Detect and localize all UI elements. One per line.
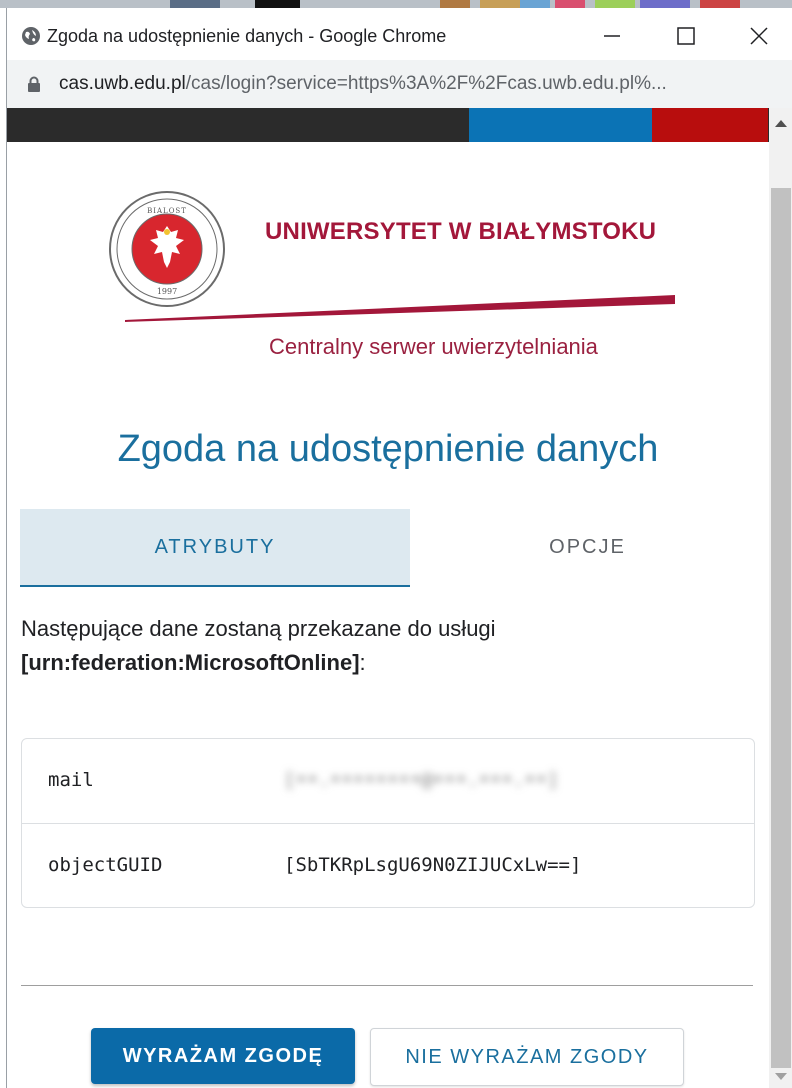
- background-page-red-block: [652, 108, 768, 142]
- browser-window: Zgoda na udostępnienie danych - Google C…: [6, 8, 792, 1088]
- cas-subtitle: Centralny serwer uwierzytelniania: [269, 334, 598, 359]
- attribute-name: objectGUID: [48, 854, 163, 876]
- consent-deny-button[interactable]: NIE WYRAŻAM ZGODY: [370, 1028, 684, 1086]
- consent-intro: Następujące dane zostaną przekazane do u…: [21, 612, 496, 680]
- background-page-blue-block: [469, 108, 652, 142]
- scroll-down-arrow-icon[interactable]: [775, 1073, 787, 1080]
- background-page-header: [7, 108, 792, 142]
- close-icon[interactable]: [737, 20, 781, 52]
- service-identifier: [urn:federation:MicrosoftOnline]: [21, 650, 360, 675]
- lock-icon[interactable]: [27, 76, 41, 92]
- url-text[interactable]: cas.uwb.edu.pl/cas/login?service=https%3…: [59, 73, 667, 95]
- url-path: /cas/login?service=https%3A%2F%2Fcas.uwb…: [185, 73, 667, 94]
- tab-attributes[interactable]: ATRYBUTY: [20, 509, 410, 587]
- attribute-value-blurred: [••.••••••••@•••.•••.••]: [284, 769, 559, 791]
- address-bar[interactable]: cas.uwb.edu.pl/cas/login?service=https%3…: [7, 60, 792, 108]
- university-name: UNIWERSYTET W BIAŁYMSTOKU: [265, 218, 657, 245]
- consent-accept-button[interactable]: WYRAŻAM ZGODĘ: [91, 1028, 355, 1084]
- consent-page: BIALOST 1997 UNIWERSYTET W BIAŁYMSTOKU C…: [7, 142, 769, 1088]
- tab-options[interactable]: OPCJE: [410, 509, 765, 585]
- attributes-table: mail [••.••••••••@•••.•••.••] objectGUID…: [21, 738, 755, 908]
- svg-text:BIALOST: BIALOST: [147, 207, 187, 215]
- table-row: mail [••.••••••••@•••.•••.••]: [22, 739, 754, 823]
- scroll-thumb[interactable]: [771, 188, 791, 1068]
- window-title: Zgoda na udostępnienie danych - Google C…: [47, 26, 447, 46]
- brand-swoosh-line: [125, 295, 675, 322]
- attribute-value: [SbTKRpLsgU69N0ZIJUCxLw==]: [284, 854, 582, 876]
- page-scrollbar[interactable]: [769, 108, 792, 1088]
- globe-icon: [22, 27, 40, 45]
- url-host: cas.uwb.edu.pl: [59, 73, 186, 94]
- minimize-icon[interactable]: [590, 20, 634, 52]
- desktop-background-strip: [0, 0, 792, 8]
- title-bar: Zgoda na udostępnienie danych - Google C…: [7, 8, 792, 60]
- section-divider: [21, 985, 753, 986]
- scroll-up-arrow-icon[interactable]: [775, 120, 787, 127]
- maximize-icon[interactable]: [664, 20, 708, 52]
- university-seal-logo: BIALOST 1997: [109, 191, 225, 307]
- intro-text: Następujące dane zostaną przekazane do u…: [21, 616, 496, 641]
- intro-colon: :: [359, 650, 366, 675]
- page-title: Zgoda na udostępnienie danych: [117, 428, 659, 470]
- table-row: objectGUID [SbTKRpLsgU69N0ZIJUCxLw==]: [22, 823, 754, 908]
- attribute-name: mail: [48, 769, 94, 791]
